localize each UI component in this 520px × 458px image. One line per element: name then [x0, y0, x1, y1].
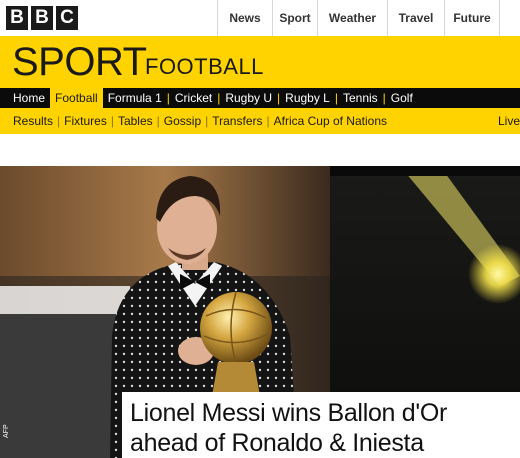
nav-news-link[interactable]: News	[218, 0, 273, 36]
secondary-nav-transfers[interactable]: Transfers	[208, 108, 266, 134]
sport-banner: SPORT FOOTBALL	[0, 36, 520, 88]
primary-nav-tennis[interactable]: Tennis	[338, 88, 383, 108]
photo-credit: AFP	[3, 424, 10, 438]
section-title: FOOTBALL	[145, 54, 264, 79]
secondary-nav-fixtures[interactable]: Fixtures	[60, 108, 111, 134]
bbc-logo[interactable]: B B C	[6, 6, 78, 30]
primary-nav-football[interactable]: Football	[50, 88, 103, 108]
bbc-logo-letter: B	[6, 6, 28, 30]
bbc-logo-letter: C	[56, 6, 78, 30]
top-navigation: News Sport Weather Travel Future	[217, 0, 500, 36]
primary-nav-home[interactable]: Home	[8, 88, 50, 108]
headline-box[interactable]: Lionel Messi wins Ballon d'Or ahead of R…	[122, 392, 520, 458]
secondary-nav-tables[interactable]: Tables	[114, 108, 157, 134]
nav-weather-link[interactable]: Weather	[318, 0, 388, 36]
secondary-nav-africa-cup[interactable]: Africa Cup of Nations	[270, 108, 391, 134]
sport-title[interactable]: SPORT	[12, 42, 147, 82]
primary-nav-rugby-league[interactable]: Rugby L	[280, 88, 335, 108]
nav-travel-link[interactable]: Travel	[388, 0, 445, 36]
headline-line-2[interactable]: ahead of Ronaldo & Iniesta	[130, 428, 520, 458]
primary-nav-rugby-union[interactable]: Rugby U	[220, 88, 277, 108]
primary-navigation: Home Football Formula 1 | Cricket | Rugb…	[0, 88, 520, 108]
nav-sport-link[interactable]: Sport	[273, 0, 318, 36]
bbc-logo-letter: B	[31, 6, 53, 30]
primary-nav-formula-1[interactable]: Formula 1	[103, 88, 167, 108]
masthead: B B C News Sport Weather Travel Future	[0, 0, 520, 36]
primary-nav-golf[interactable]: Golf	[386, 88, 418, 108]
secondary-nav-live[interactable]: Live	[494, 108, 520, 134]
secondary-nav-gossip[interactable]: Gossip	[160, 108, 205, 134]
headline-line-1[interactable]: Lionel Messi wins Ballon d'Or	[130, 398, 520, 428]
primary-nav-cricket[interactable]: Cricket	[170, 88, 217, 108]
secondary-navigation: Results | Fixtures | Tables | Gossip | T…	[0, 108, 520, 134]
nav-future-link[interactable]: Future	[445, 0, 500, 36]
secondary-nav-results[interactable]: Results	[9, 108, 57, 134]
